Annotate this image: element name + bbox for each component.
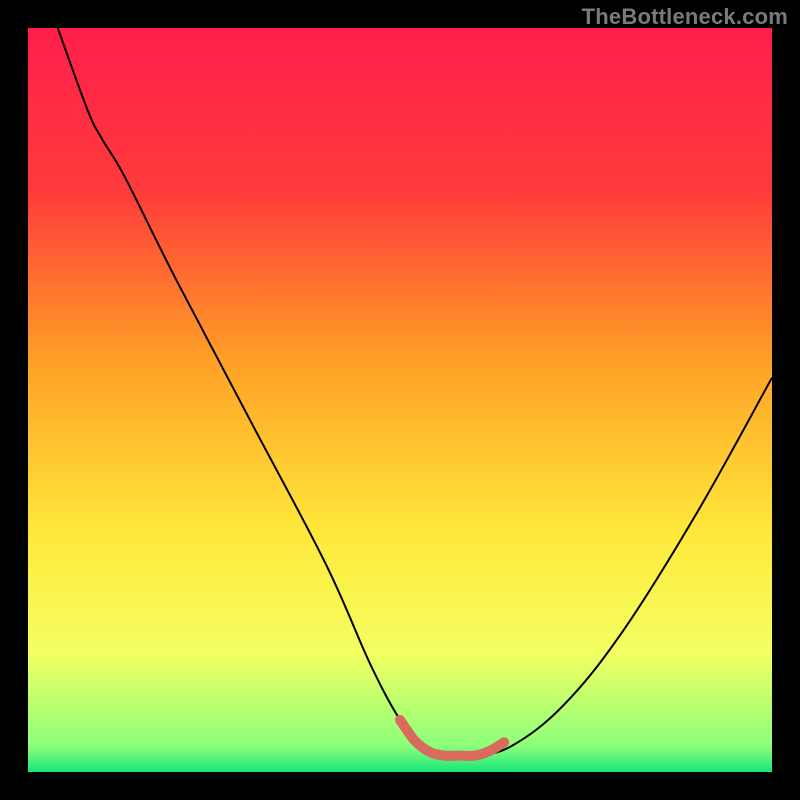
watermark-label: TheBottleneck.com [582,4,788,30]
gradient-background [28,28,772,772]
bottleneck-chart [28,28,772,772]
chart-frame: TheBottleneck.com [0,0,800,800]
